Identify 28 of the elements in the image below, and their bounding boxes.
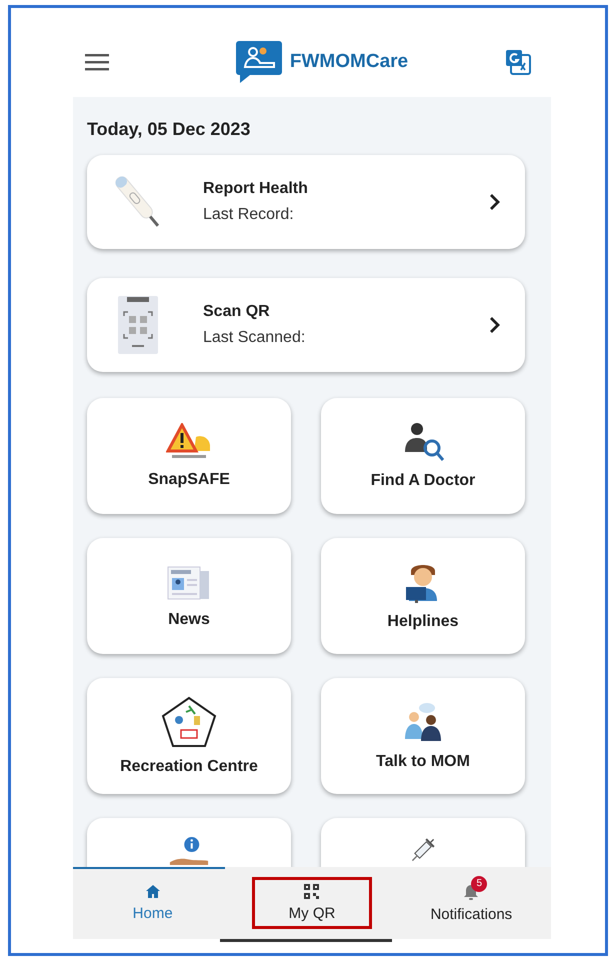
notification-count: 5	[471, 876, 488, 892]
app-title: FWMOMCare	[290, 51, 408, 73]
recreation-pentagon-icon	[161, 696, 217, 748]
card-subtitle: Last Scanned:	[203, 329, 306, 347]
warning-icon	[166, 423, 212, 461]
card-subtitle: Last Record:	[203, 206, 295, 224]
chevron-right-icon	[489, 193, 501, 211]
logo-icon	[236, 41, 282, 83]
date-heading: Today, 05 Dec 2023	[87, 118, 252, 141]
card-title: Report Health	[203, 180, 309, 198]
nav-tab[interactable]: My QR	[252, 877, 372, 929]
feature-tile[interactable]: Talk to MOM	[321, 678, 525, 794]
feature-tile[interactable]: Helplines	[321, 538, 525, 654]
feature-tile[interactable]: Find A Doctor	[321, 398, 525, 514]
feature-tile[interactable]: Recreation Centre	[87, 678, 291, 794]
translate-icon[interactable]	[504, 49, 531, 75]
nav-tab[interactable]: 5 Notifications	[412, 876, 531, 930]
card-title: Scan QR	[203, 303, 271, 321]
feature-tile[interactable]: News	[87, 538, 291, 654]
home-icon	[144, 884, 161, 899]
info-hand-icon	[167, 835, 211, 865]
menu-card[interactable]: Scan QR Last Scanned:	[87, 278, 525, 372]
qr-code-icon	[304, 884, 320, 899]
nav-tab[interactable]: Home	[93, 877, 212, 929]
chevron-right-icon	[489, 316, 501, 334]
feature-tile[interactable]: SnapSAFE	[87, 398, 291, 514]
menu-icon[interactable]	[85, 53, 109, 71]
menu-card[interactable]: Report Health Last Record:	[87, 155, 525, 249]
